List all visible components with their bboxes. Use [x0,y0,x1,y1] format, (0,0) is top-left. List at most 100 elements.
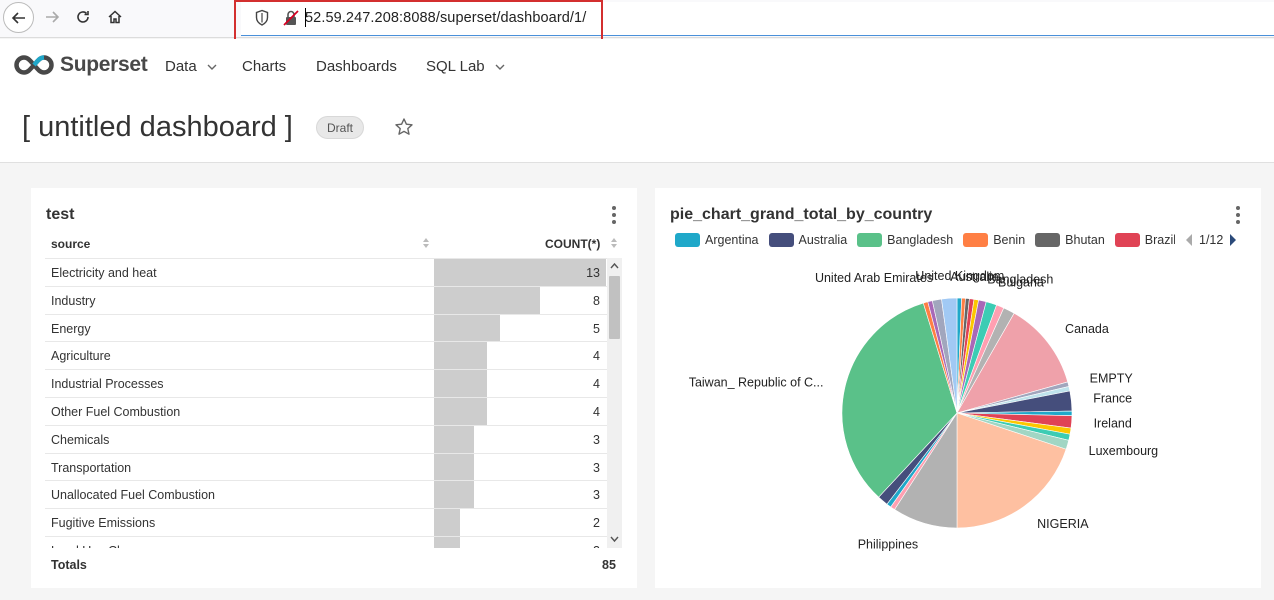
legend-swatch [675,233,700,247]
menu-charts[interactable]: Charts [242,58,286,75]
legend-swatch [768,233,794,247]
totals-label: Totals [51,558,87,572]
brand-name: Superset [60,53,148,76]
pie-chart: United KingdomAustraliaBangladeshBulgari… [689,269,1158,551]
table-row[interactable]: Chemicals 3 [45,424,622,453]
count-value: 8 [593,293,600,308]
count-cell: 4 [434,370,606,397]
menu-sql-lab-label: SQL Lab [426,58,485,75]
legend-swatch [857,233,883,247]
scroll-down-icon[interactable] [609,534,620,544]
table-chart-card: test source COUNT(*) Electricity and hea… [31,188,637,588]
totals-value: 85 [602,558,616,572]
count-cell: 3 [434,425,606,453]
legend-item[interactable]: Benin [963,233,1025,247]
column-header-source[interactable]: source [51,237,90,251]
count-value: 2 [593,516,600,531]
pie-slice-label: United Arab Emirates [815,271,933,285]
source-cell: Electricity and heat [51,266,157,280]
count-bar [434,536,461,548]
column-header-count[interactable]: COUNT(*) [545,237,600,251]
legend-item[interactable]: Australia [768,233,847,247]
app-navbar: Superset Data Charts Dashboards SQL Lab [0,39,1274,99]
kebab-menu-icon[interactable] [1235,206,1241,224]
back-button[interactable] [3,2,34,33]
table-row[interactable]: Industry 8 [45,285,622,314]
chart-title: pie_chart_grand_total_by_country [670,206,933,223]
table-row[interactable]: Electricity and heat 13 [45,258,622,286]
count-cell: 13 [434,259,606,286]
legend-item[interactable]: Brazil [1114,233,1175,247]
count-value: 5 [593,321,600,336]
count-value: 4 [593,404,600,419]
kebab-menu-icon[interactable] [611,206,617,224]
table-body: Electricity and heat 13 Industry 8 Energy 5 Ag… [45,258,622,548]
table-row[interactable]: Industrial Processes 4 [45,369,622,397]
source-cell: Industry [51,293,96,308]
legend-item[interactable]: Bangladesh [857,233,953,247]
browser-toolbar: 52.59.247.208:8088/superset/dashboard/1/ [0,0,1274,42]
chevron-down-icon [207,64,217,71]
menu-sql-lab[interactable]: SQL Lab [426,58,505,75]
draft-badge[interactable]: Draft [316,116,365,139]
count-value: 4 [593,349,600,364]
home-button[interactable] [100,2,130,32]
count-cell: 4 [434,342,606,370]
count-value: 2 [593,544,600,548]
legend-next-icon[interactable] [1228,233,1238,247]
count-cell: 2 [434,509,606,536]
count-bar [434,370,487,397]
legend-page-indicator: 1/12 [1199,233,1224,247]
forward-button[interactable] [37,2,67,32]
table-row[interactable]: Land Use Change 2 [45,535,622,548]
count-bar [434,342,487,370]
home-icon [108,10,122,24]
count-cell: 8 [434,286,606,314]
count-bar [434,509,461,536]
table-row[interactable]: Other Fuel Combustion 4 [45,396,622,425]
legend-prev-icon[interactable] [1184,233,1194,247]
table-scrollbar[interactable] [607,258,622,548]
count-value: 4 [593,377,600,392]
superset-logo[interactable]: Superset [13,53,148,77]
scroll-up-icon[interactable] [609,261,620,271]
legend-swatch [1035,233,1061,247]
reload-button[interactable] [68,2,98,32]
count-bar [434,481,474,509]
arrow-left-icon [11,11,25,24]
count-bar [434,259,606,286]
menu-data[interactable]: Data [165,58,217,75]
count-bar [434,314,501,342]
count-cell: 3 [434,453,606,481]
legend-label: Bhutan [1065,233,1105,247]
star-icon[interactable] [394,117,414,137]
table-row[interactable]: Unallocated Fuel Combustion 3 [45,480,622,509]
legend-item[interactable]: Argentina [675,233,759,247]
count-cell: 2 [434,536,606,548]
count-cell: 4 [434,397,606,425]
source-cell: Agriculture [51,349,111,364]
menu-dashboards[interactable]: Dashboards [316,58,397,75]
pie-slice-label: Philippines [858,537,918,551]
table-row[interactable]: Agriculture 4 [45,341,622,370]
sort-icon[interactable] [610,237,618,249]
reload-icon [77,11,89,23]
table-row[interactable]: Transportation 3 [45,452,622,481]
count-bar [434,286,540,314]
dashboard-title[interactable]: [ untitled dashboard ] [22,111,293,144]
count-value: 3 [593,460,600,475]
pie-slice-label: Canada [1065,322,1109,336]
legend-item[interactable]: Bhutan [1035,233,1105,247]
source-cell: Energy [51,321,91,336]
count-value: 3 [593,488,600,503]
legend-swatch [963,233,989,247]
table-row[interactable]: Energy 5 [45,313,622,342]
sort-icon[interactable] [422,237,430,249]
count-bar [434,397,487,425]
legend-label: Argentina [705,233,759,247]
scrollbar-thumb[interactable] [609,276,620,339]
table-row[interactable]: Fugitive Emissions 2 [45,508,622,536]
pie-chart-card: pie_chart_grand_total_by_country Argenti… [655,188,1261,588]
pie-slice-label: NIGERIA [1037,517,1089,531]
source-cell: Land Use Change [51,544,152,548]
